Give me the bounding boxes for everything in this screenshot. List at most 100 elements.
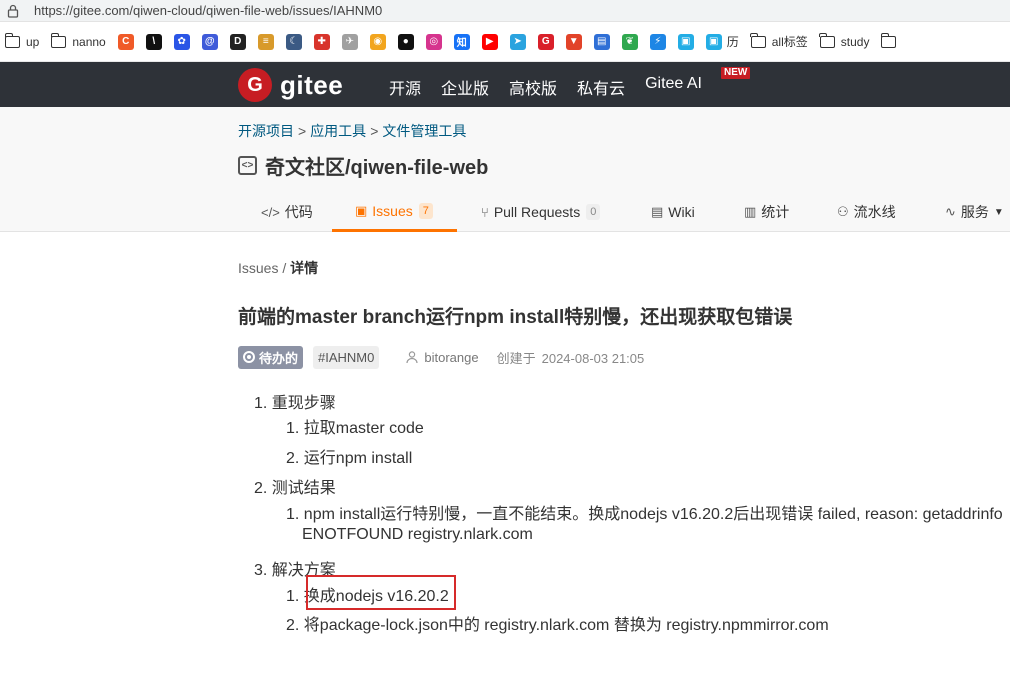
tab-pipeline[interactable]: ⚇ 流水线	[837, 192, 896, 232]
nav-education[interactable]: 高校版	[509, 75, 557, 99]
bookmark-item[interactable]: study	[819, 30, 869, 54]
issue-created: 创建于 2024-08-03 21:05	[497, 348, 645, 367]
bookmark-item[interactable]: ▣	[677, 30, 694, 54]
issues-link[interactable]: Issues	[238, 260, 278, 276]
project-title-link[interactable]: 奇文社区/qiwen-file-web	[265, 151, 488, 180]
bookmark-item[interactable]: ▶	[481, 30, 498, 54]
bookmark-item[interactable]: nanno	[50, 30, 106, 54]
bar-chart-icon: ▥	[744, 204, 757, 219]
instagram-icon: ◎	[425, 33, 442, 50]
address-bar[interactable]: https://gitee.com/qiwen-cloud/qiwen-file…	[0, 0, 1010, 22]
tab-code[interactable]: </> 代码	[261, 192, 313, 232]
list-item: 1. npm install运行特别慢，一直不能结束。换成nodejs v16.…	[286, 506, 1003, 523]
page-info-icon[interactable]	[6, 4, 20, 18]
breadcrumb-current: 详情	[290, 260, 319, 276]
bookmarks-bar: up nanno C \ ✿ @ D ≡ ☾ ✚ ✈ ◉ ● ◎ 知 ▶ ➤ G ▼ ▤ ❦ ⚡ ▣ ▣ 历 all标签 study	[0, 22, 1010, 62]
bookmark-item[interactable]: C	[117, 30, 134, 54]
g-red-icon: G	[537, 33, 554, 50]
folder-icon	[50, 32, 67, 48]
bookmark-item[interactable]: 知	[453, 30, 470, 54]
bookmark-item[interactable]: ▤	[593, 30, 610, 54]
url-text[interactable]: https://gitee.com/qiwen-cloud/qiwen-file…	[34, 3, 382, 18]
bookmark-label: all标签	[771, 35, 808, 49]
bookmark-label: nanno	[72, 34, 106, 49]
bookmark-item[interactable]: D	[229, 30, 246, 54]
bookmark-label: 历	[726, 35, 739, 49]
project-tabs: </> 代码 ▣ Issues 7 ⑂ Pull Requests 0 ▤ Wi…	[0, 192, 1010, 232]
breadcrumb-app-tools[interactable]: 应用工具	[310, 123, 366, 139]
gitee-logo[interactable]: G gitee	[238, 68, 343, 102]
bookmark-item[interactable]: all标签	[750, 30, 808, 54]
created-label: 创建于	[496, 350, 536, 366]
issue-state-badge[interactable]: 待办的	[238, 345, 304, 369]
list-item: 1. 重现步骤	[254, 395, 336, 412]
nav-opensource[interactable]: 开源	[389, 75, 421, 99]
site-header: G gitee 开源 企业版 高校版 私有云 Gitee AI	[0, 62, 1010, 107]
tab-label: 服务	[960, 204, 989, 220]
bookmark-item[interactable]: ●	[397, 30, 414, 54]
bookmark-item[interactable]: ✈	[341, 30, 358, 54]
bilibili-tv-icon: ▣	[677, 33, 694, 50]
bookmark-item[interactable]: ⚡	[649, 30, 666, 54]
red-highlight-box	[306, 575, 456, 610]
list-item: 2. 将package-lock.json中的 registry.nlark.c…	[286, 617, 829, 634]
folder-icon	[4, 32, 20, 48]
issue-state-label: 待办的	[259, 350, 299, 366]
nav-private-cloud[interactable]: 私有云	[577, 75, 625, 99]
issue-author[interactable]: bitorange	[405, 349, 479, 365]
bookmark-item[interactable]	[880, 30, 902, 54]
created-datetime: 2024-08-03 21:05	[541, 350, 645, 366]
bilibili-tv-icon: ▣	[705, 33, 722, 50]
list-item-continuation: ENOTFOUND registry.nlark.com	[302, 526, 533, 543]
nav-gitee-ai[interactable]: Gitee AI	[645, 75, 702, 99]
bookmark-item[interactable]: ▼	[565, 30, 582, 54]
author-name: bitorange	[424, 349, 479, 365]
tab-stats[interactable]: ▥ 统计	[744, 192, 789, 232]
bookmark-item[interactable]: ☾	[285, 30, 302, 54]
tab-label: 代码	[284, 204, 313, 220]
bookmark-item[interactable]: ◎	[425, 30, 442, 54]
bookmark-item[interactable]: up	[4, 30, 39, 54]
moon-icon: ☾	[285, 33, 302, 50]
breadcrumb-opensource-projects[interactable]: 开源项目	[238, 123, 294, 139]
tab-services[interactable]: ∿ 服务 ▼	[945, 192, 1004, 232]
tab-pull-requests[interactable]: ⑂ Pull Requests 0	[481, 192, 601, 232]
tab-issues[interactable]: ▣ Issues 7	[332, 192, 457, 232]
tab-label: 流水线	[853, 204, 896, 220]
folder-icon	[750, 32, 766, 48]
bookmark-item[interactable]: ➤	[509, 30, 526, 54]
breadcrumb-separator: >	[370, 123, 379, 139]
issues-count-badge: 7	[418, 202, 433, 219]
project-header: 开源项目 > 应用工具 > 文件管理工具 <> 奇文社区/qiwen-file-web …	[0, 107, 1010, 232]
nav-enterprise[interactable]: 企业版	[441, 75, 489, 99]
bird-icon: ✈	[341, 33, 358, 50]
pull-request-icon: ⑂	[481, 204, 489, 220]
burger-icon: ≡	[257, 33, 274, 50]
issue-title: 前端的master branch运行npm install特别慢，还出现获取包错…	[238, 307, 793, 328]
bookmark-item[interactable]: \	[145, 30, 162, 54]
bookmark-item[interactable]: ▣ 历	[705, 30, 739, 54]
wiki-icon: ▤	[651, 204, 664, 219]
d-black-icon: D	[229, 33, 246, 50]
c-red-icon: C	[117, 33, 134, 50]
bookmark-item[interactable]: ✿	[173, 30, 190, 54]
code-icon: </>	[261, 204, 280, 220]
bookmark-item[interactable]: G	[537, 30, 554, 54]
tab-label: Wiki	[668, 204, 695, 220]
tab-wiki[interactable]: ▤ Wiki	[651, 192, 695, 232]
list-item: 2. 测试结果	[254, 480, 336, 497]
new-badge: NEW	[721, 67, 751, 79]
issue-ident-badge[interactable]: #IAHNM0	[313, 345, 380, 369]
bookmark-item[interactable]: ✚	[313, 30, 330, 54]
pipeline-icon: ⚇	[837, 204, 849, 219]
bookmark-item[interactable]: @	[201, 30, 218, 54]
code-repo-icon: <>	[238, 156, 257, 175]
evernote-icon: ❦	[621, 33, 638, 50]
bilibili-yellow-icon: ◉	[369, 33, 386, 50]
breadcrumb-file-management[interactable]: 文件管理工具	[382, 123, 466, 139]
at-blue-icon: @	[201, 33, 218, 50]
bookmark-item[interactable]: ◉	[369, 30, 386, 54]
breadcrumb-separator: >	[298, 123, 307, 139]
bookmark-item[interactable]: ≡	[257, 30, 274, 54]
bookmark-item[interactable]: ❦	[621, 30, 638, 54]
